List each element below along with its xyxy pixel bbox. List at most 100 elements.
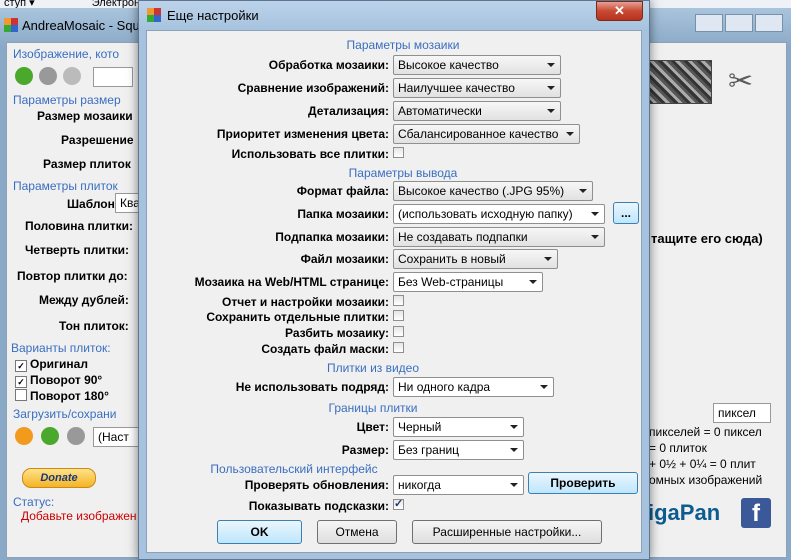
chevron-down-icon [547, 86, 555, 90]
split-mosaic-checkbox[interactable] [393, 326, 404, 337]
mosaic-size-label: Размер мозаики [37, 109, 133, 123]
between-dupes-label: Между дублей: [39, 293, 129, 307]
border-color-label: Цвет: [356, 420, 389, 434]
section-tile-border: Границы плитки [328, 401, 418, 415]
chevron-down-icon [510, 448, 518, 452]
section-mosaic-params: Параметры мозаики [346, 38, 460, 52]
mosaic-preview-thumbnail[interactable] [648, 60, 712, 104]
app-icon [4, 18, 18, 32]
dialog-client-area: Параметры мозаики Обработка мозаики: Выс… [146, 30, 642, 553]
close-button[interactable] [755, 14, 783, 32]
rotate90-label: Поворот 90° [30, 373, 103, 387]
check-now-button[interactable]: Проверить [528, 472, 638, 494]
save-tiles-label: Сохранить отдельные плитки: [206, 310, 389, 324]
calc-line-1: пикселей = 0 пиксел [649, 425, 762, 439]
browse-folder-button[interactable]: ... [613, 202, 639, 224]
chevron-down-icon [510, 483, 518, 487]
tile-size-label: Размер плиток [43, 157, 131, 171]
calc-line-3: + 0½ + 0¼ = 0 плит [649, 457, 756, 471]
chevron-down-icon [566, 132, 574, 136]
no-consecutive-select[interactable]: Ни одного кадра [393, 377, 554, 397]
section-user-interface: Пользовательский интерфейс [210, 462, 378, 476]
mosaic-folder-label: Папка мозаики: [297, 207, 389, 221]
gigapan-logo[interactable]: igaPan [648, 500, 720, 526]
chevron-down-icon [547, 63, 555, 67]
clear-icon[interactable] [63, 67, 81, 85]
mosaic-file-select[interactable]: Сохранить в новый [393, 249, 558, 269]
mosaic-subfolder-label: Подпапка мозаики: [275, 230, 389, 244]
donate-button[interactable]: Donate [22, 468, 96, 488]
chevron-down-icon [579, 189, 587, 193]
facebook-icon[interactable]: f [741, 498, 771, 528]
calc-line-4: омных изображений [649, 473, 763, 487]
check-updates-select[interactable]: никогда [393, 475, 524, 495]
comparison-select[interactable]: Наилучшее качество [393, 78, 561, 98]
calc-line-2: = 0 плиток [649, 441, 707, 455]
mosaic-folder-select[interactable]: (использовать исходную папку) [393, 204, 605, 224]
cancel-button[interactable]: Отмена [317, 520, 397, 544]
settings-preset-field[interactable]: (Наст [93, 427, 139, 447]
maximize-button[interactable] [725, 14, 753, 32]
use-all-tiles-label: Использовать все плитки: [231, 147, 389, 161]
chevron-down-icon [544, 257, 552, 261]
template-label: Шаблон: [67, 197, 119, 211]
advanced-settings-button[interactable]: Расширенные настройки... [412, 520, 602, 544]
minimize-button[interactable] [695, 14, 723, 32]
original-label: Оригинал [30, 357, 88, 371]
file-format-select[interactable]: Высокое качество (.JPG 95%) [393, 181, 593, 201]
chevron-down-icon [547, 109, 555, 113]
template-field[interactable]: Ква [115, 193, 140, 213]
upload-icon[interactable] [15, 427, 33, 445]
original-checkbox[interactable]: ✓ [15, 360, 27, 372]
border-color-select[interactable]: Черный [393, 417, 524, 437]
use-all-tiles-checkbox[interactable] [393, 147, 404, 158]
rotate90-checkbox[interactable]: ✓ [15, 376, 27, 388]
status-text: Добавьте изображен [21, 509, 137, 523]
mask-file-label: Создать файл маски: [261, 342, 389, 356]
drag-hint-text: тащите его сюда) [651, 231, 763, 246]
section-output-params: Параметры вывода [348, 166, 458, 180]
resolution-label: Разрешение [61, 133, 134, 147]
chevron-down-icon [540, 385, 548, 389]
main-window-title: AndreaMosaic - Squa [22, 18, 148, 33]
remove-settings-icon[interactable] [67, 427, 85, 445]
split-mosaic-label: Разбить мозаику: [285, 326, 389, 340]
remove-image-icon[interactable] [39, 67, 57, 85]
chevron-down-icon [591, 212, 599, 216]
dialog-title: Еще настройки [167, 8, 259, 23]
menu-item[interactable]: ступ ▾ [4, 0, 35, 8]
chevron-down-icon [529, 280, 537, 284]
mosaic-subfolder-select[interactable]: Не создавать подпапки [393, 227, 605, 247]
save-tiles-checkbox[interactable] [393, 310, 404, 321]
show-hints-label: Показывать подсказки: [248, 499, 389, 513]
processing-label: Обработка мозаики: [268, 58, 389, 72]
no-consecutive-label: Не использовать подряд: [235, 380, 389, 394]
color-priority-select[interactable]: Сбалансированное качество [393, 124, 580, 144]
section-video-tiles: Плитки из видео [326, 361, 420, 375]
ok-button[interactable]: OK [217, 520, 302, 544]
tools-icon[interactable]: ✂ [728, 64, 753, 99]
more-settings-dialog: Еще настройки ✕ Параметры мозаики Обрабо… [138, 0, 650, 560]
tile-params-label: Параметры плиток [13, 179, 118, 193]
dialog-app-icon [147, 8, 161, 22]
tile-tone-label: Тон плиток: [59, 319, 129, 333]
report-checkbox[interactable] [393, 295, 404, 306]
pixels-unit-select[interactable]: пиксел [713, 403, 771, 423]
dialog-close-button[interactable]: ✕ [596, 1, 643, 21]
comparison-label: Сравнение изображений: [237, 81, 389, 95]
mask-file-checkbox[interactable] [393, 342, 404, 353]
detail-select[interactable]: Автоматически [393, 101, 561, 121]
image-path-field[interactable] [93, 67, 133, 87]
web-page-select[interactable]: Без Web-страницы [393, 272, 543, 292]
window-controls [693, 14, 783, 32]
rotate180-checkbox[interactable] [15, 389, 27, 401]
chevron-down-icon [591, 235, 599, 239]
add-settings-icon[interactable] [41, 427, 59, 445]
mosaic-file-label: Файл мозаики: [300, 252, 389, 266]
rotate180-label: Поворот 180° [30, 389, 109, 403]
processing-select[interactable]: Высокое качество [393, 55, 561, 75]
report-label: Отчет и настройки мозаики: [222, 295, 389, 309]
show-hints-checkbox[interactable] [393, 497, 404, 510]
add-image-icon[interactable] [15, 67, 33, 85]
border-size-select[interactable]: Без границ [393, 440, 524, 460]
